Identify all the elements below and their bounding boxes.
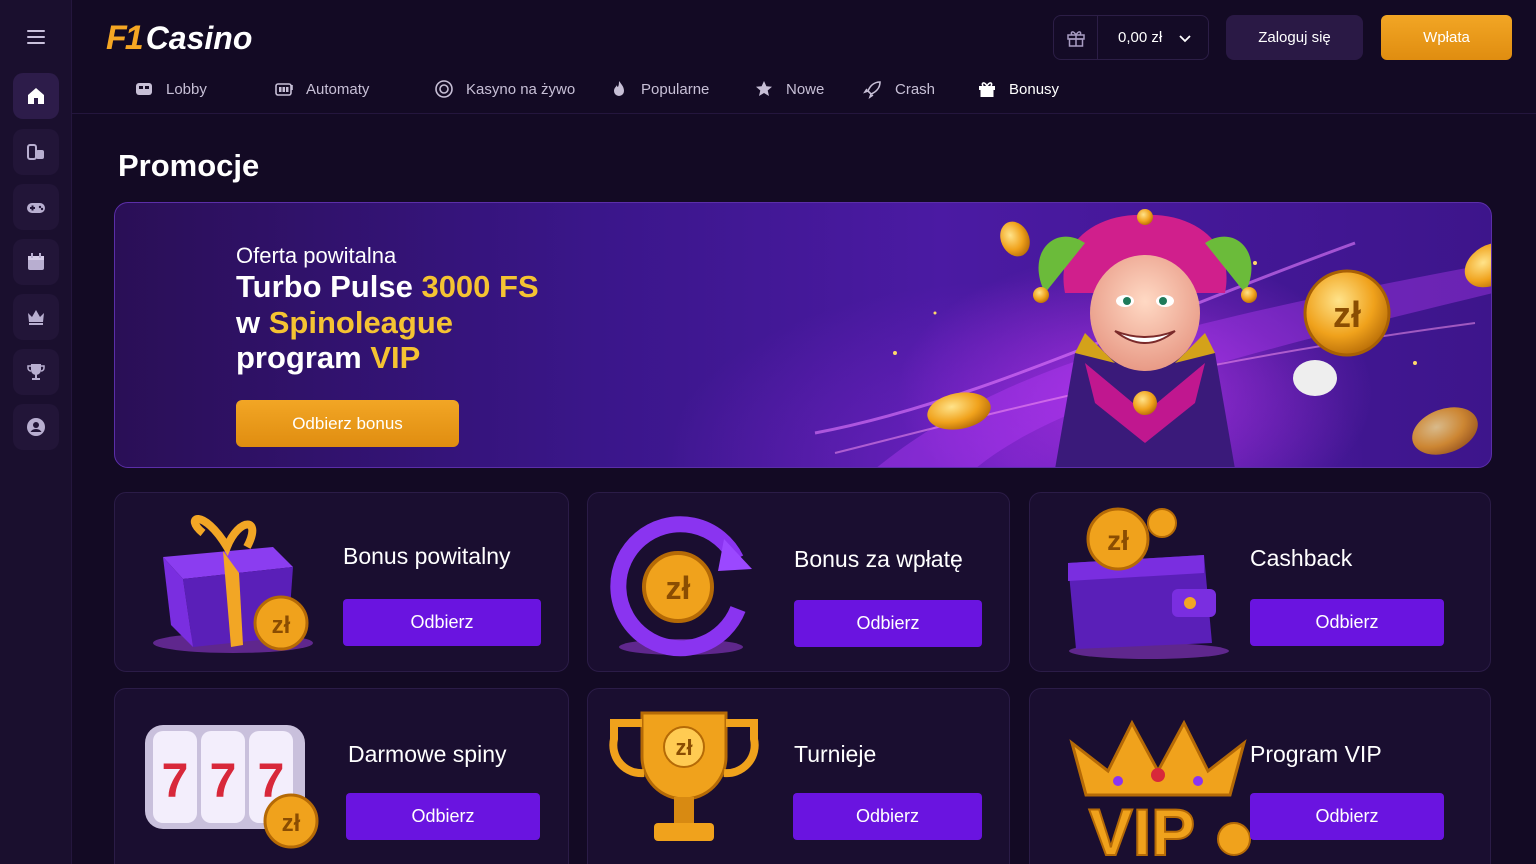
login-button[interactable]: Zaloguj się — [1226, 15, 1363, 60]
promo-card-vip[interactable]: VIP Program VIP Odbierz — [1029, 688, 1491, 864]
coin-text: zł — [1107, 525, 1129, 556]
nav-label: Bonusy — [1009, 80, 1060, 98]
casino-logo[interactable]: F1 Casino — [106, 18, 252, 58]
wallet-illustration: zł — [1068, 507, 1229, 659]
vip-crown-illustration: VIP — [1069, 719, 1251, 864]
reel-symbol: 7 — [162, 755, 189, 808]
nav-label: Lobby — [166, 80, 207, 98]
calendar-icon — [28, 253, 44, 270]
flame-icon — [614, 81, 624, 96]
sidebar-item-games[interactable] — [13, 184, 59, 230]
nav-live-casino[interactable]: Kasyno na żywo — [434, 76, 575, 102]
sidebar-item-calendar[interactable] — [13, 239, 59, 285]
live-casino-icon — [435, 80, 453, 98]
hero-kicker: Oferta powitalna — [236, 243, 397, 268]
rocket-icon — [863, 81, 881, 99]
claim-button[interactable]: Odbierz — [793, 793, 982, 840]
jester-illustration: zł — [814, 209, 1491, 467]
trophy-illustration: zł — [609, 711, 759, 841]
welcome-offer-banner[interactable]: Oferta powitalna Turbo Pulse 3000 FS w S… — [114, 202, 1492, 468]
logo-mark: F1 — [106, 18, 144, 57]
promo-card-welcome[interactable]: zł Bonus powitalny Odbierz — [114, 492, 569, 672]
balance-value: 0,00 zł — [1118, 29, 1163, 46]
balance-dropdown[interactable]: 0,00 zł — [1053, 15, 1209, 60]
hero-line-1: Turbo Pulse 3000 FS — [236, 269, 539, 305]
claim-button[interactable]: Odbierz — [794, 600, 982, 647]
page-title: Promocje — [118, 148, 260, 183]
promo-card-deposit[interactable]: zł Bonus za wpłatę Odbierz — [587, 492, 1010, 672]
nav-label: Popularne — [641, 80, 710, 98]
claim-bonus-button[interactable]: Odbierz bonus — [236, 400, 459, 447]
card-title: Cashback — [1250, 545, 1353, 571]
hero-line-3: program VIP — [236, 340, 420, 376]
hero-text: Turbo Pulse — [236, 269, 422, 304]
card-title: Turnieje — [794, 741, 877, 767]
slot-machine-icon — [275, 83, 293, 96]
lobby-icon — [136, 83, 152, 95]
claim-button[interactable]: Odbierz — [1250, 793, 1444, 840]
gamepad-icon — [27, 203, 45, 213]
home-icon — [28, 88, 44, 104]
coin-text: zł — [1333, 294, 1361, 335]
promo-card-tournaments[interactable]: zł Turnieje Odbierz — [587, 688, 1010, 864]
hero-line-2: w Spinoleague — [236, 305, 453, 341]
hero-text: w — [236, 305, 269, 340]
nav-lobby[interactable]: Lobby — [134, 76, 207, 102]
sidebar-item-home[interactable] — [13, 73, 59, 119]
hero-highlight: VIP — [370, 340, 421, 375]
sidebar-item-vip[interactable] — [13, 294, 59, 340]
gift-box-illustration: zł — [153, 515, 313, 653]
sidebar-item-slots[interactable] — [13, 129, 59, 175]
claim-button[interactable]: Odbierz — [343, 599, 541, 646]
promo-card-cashback[interactable]: zł Cashback Odbierz — [1029, 492, 1491, 672]
nav-crash[interactable]: Crash — [863, 76, 935, 102]
coin-arrow-illustration: zł — [610, 516, 752, 657]
nav-label: Kasyno na żywo — [466, 80, 576, 98]
chevron-down-icon — [1179, 34, 1191, 42]
nav-popular[interactable]: Popularne — [609, 76, 709, 102]
nav-label: Crash — [895, 80, 936, 98]
deposit-button[interactable]: Wpłata — [1381, 15, 1512, 60]
nav-new[interactable]: Nowe — [754, 76, 824, 102]
slots-icon — [27, 144, 44, 160]
star-icon — [756, 81, 772, 96]
coin-text: zł — [666, 570, 691, 606]
claim-button[interactable]: Odbierz — [346, 793, 540, 840]
nav-bonuses[interactable]: Bonusy — [977, 76, 1059, 102]
coin-text: zł — [282, 810, 301, 837]
sidebar-item-profile[interactable] — [13, 404, 59, 450]
sidebar-item-tournaments[interactable] — [13, 349, 59, 395]
card-title: Darmowe spiny — [348, 741, 507, 767]
card-title: Bonus za wpłatę — [794, 546, 963, 572]
nav-label: Nowe — [786, 80, 825, 98]
hero-highlight: Spinoleague — [268, 305, 454, 340]
coin-text: zł — [272, 612, 291, 639]
trophy-icon — [27, 364, 45, 380]
coin-text: zł — [675, 735, 692, 760]
hero-highlight: 3000 FS — [421, 269, 539, 304]
hamburger-menu-icon[interactable] — [13, 14, 59, 60]
slot-reels-illustration: 7 7 7 zł — [145, 725, 319, 849]
reel-symbol: 7 — [210, 755, 237, 808]
nav-label: Automaty — [306, 80, 370, 98]
crown-icon — [28, 310, 44, 325]
hero-text: program — [236, 340, 371, 375]
nav-slots[interactable]: Automaty — [274, 76, 369, 102]
claim-button[interactable]: Odbierz — [1250, 599, 1444, 646]
gift-icon — [979, 82, 995, 97]
card-title: Bonus powitalny — [343, 543, 511, 569]
promo-card-free-spins[interactable]: 7 7 7 zł Darmowe spiny Odbierz — [114, 688, 569, 864]
top-header: F1 Casino 0,00 zł Zaloguj się Wpłata Lob… — [72, 0, 1536, 114]
sidebar — [0, 0, 72, 864]
logo-text: Casino — [145, 19, 253, 56]
user-icon — [27, 418, 45, 436]
card-title: Program VIP — [1250, 741, 1382, 767]
gift-icon[interactable] — [1054, 16, 1098, 59]
vip-text: VIP — [1089, 795, 1195, 864]
